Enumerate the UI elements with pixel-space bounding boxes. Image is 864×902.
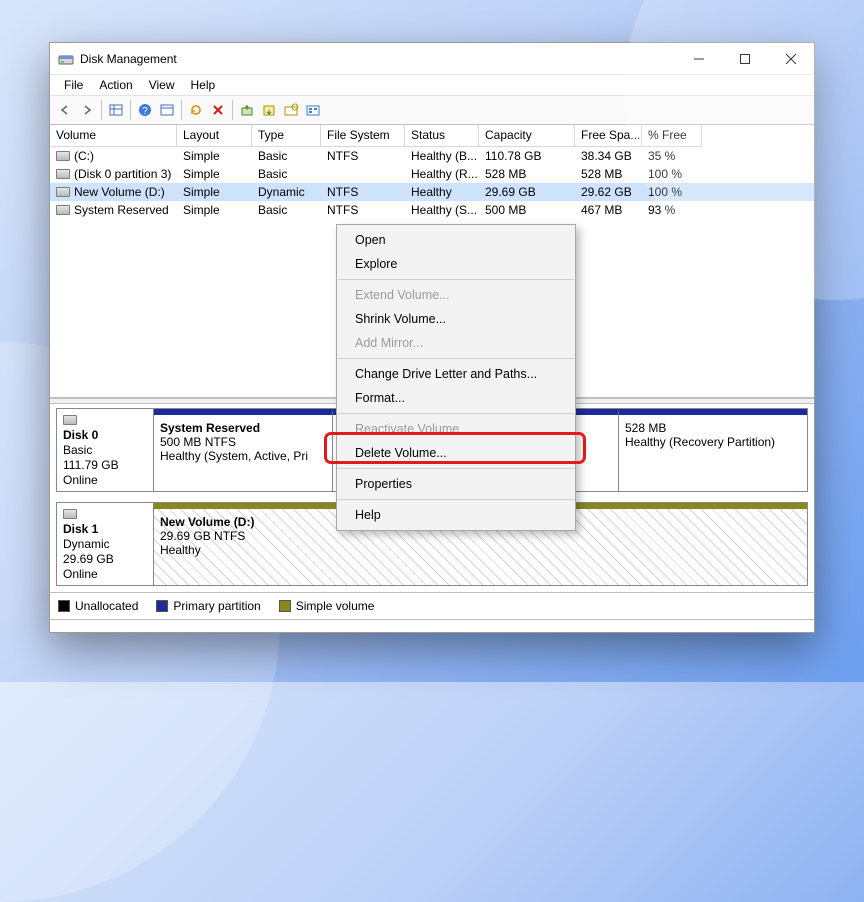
ctx-separator: [338, 279, 574, 280]
titlebar: Disk Management: [50, 43, 814, 75]
disk-info[interactable]: Disk 1 Dynamic 29.69 GB Online: [56, 502, 154, 586]
action-icon-4[interactable]: [303, 99, 323, 121]
volume-row-selected[interactable]: New Volume (D:) Simple Dynamic NTFS Heal…: [50, 183, 814, 201]
ctx-change-drive-letter[interactable]: Change Drive Letter and Paths...: [337, 362, 575, 386]
ctx-shrink-volume[interactable]: Shrink Volume...: [337, 307, 575, 331]
ctx-delete-volume[interactable]: Delete Volume...: [337, 441, 575, 465]
menu-help[interactable]: Help: [183, 76, 224, 94]
action-icon-2[interactable]: [259, 99, 279, 121]
menu-view[interactable]: View: [141, 76, 183, 94]
delete-icon[interactable]: [208, 99, 228, 121]
svg-text:?: ?: [142, 106, 148, 117]
volume-row[interactable]: (Disk 0 partition 3) Simple Basic Health…: [50, 165, 814, 183]
menu-action[interactable]: Action: [91, 76, 140, 94]
ctx-help[interactable]: Help: [337, 503, 575, 527]
partition-recovery[interactable]: 528 MB Healthy (Recovery Partition): [618, 409, 807, 491]
ctx-properties[interactable]: Properties: [337, 472, 575, 496]
disk-icon: [63, 507, 147, 521]
volume-list-header: Volume Layout Type File System Status Ca…: [50, 125, 814, 147]
ctx-separator: [338, 413, 574, 414]
partition-system-reserved[interactable]: System Reserved 500 MB NTFS Healthy (Sys…: [154, 409, 332, 491]
legend-simple-volume: Simple volume: [279, 599, 375, 613]
ctx-separator: [338, 499, 574, 500]
ctx-reactivate-volume: Reactivate Volume: [337, 417, 575, 441]
ctx-explore[interactable]: Explore: [337, 252, 575, 276]
menubar: File Action View Help: [50, 75, 814, 96]
maximize-button[interactable]: [722, 43, 768, 74]
settings-button[interactable]: [157, 99, 177, 121]
help-button[interactable]: ?: [135, 99, 155, 121]
toolbar-separator: [130, 100, 131, 120]
toolbar-separator: [232, 100, 233, 120]
col-layout[interactable]: Layout: [177, 125, 252, 147]
legend-primary: Primary partition: [156, 599, 260, 613]
legend: Unallocated Primary partition Simple vol…: [50, 592, 814, 619]
ctx-format[interactable]: Format...: [337, 386, 575, 410]
action-icon-3[interactable]: [281, 99, 301, 121]
action-icon-1[interactable]: [237, 99, 257, 121]
drive-icon: [56, 169, 70, 179]
col-freespace[interactable]: Free Spa...: [575, 125, 642, 147]
minimize-button[interactable]: [676, 43, 722, 74]
toolbar-separator: [101, 100, 102, 120]
toolbar-separator: [181, 100, 182, 120]
col-type[interactable]: Type: [252, 125, 321, 147]
drive-icon: [56, 151, 70, 161]
drive-icon: [56, 187, 70, 197]
col-capacity[interactable]: Capacity: [479, 125, 575, 147]
ctx-separator: [338, 468, 574, 469]
context-menu: Open Explore Extend Volume... Shrink Vol…: [336, 224, 576, 531]
refresh-button[interactable]: [186, 99, 206, 121]
volume-row[interactable]: (C:) Simple Basic NTFS Healthy (B... 110…: [50, 147, 814, 165]
ctx-separator: [338, 358, 574, 359]
drive-icon: [56, 205, 70, 215]
close-button[interactable]: [768, 43, 814, 74]
menu-file[interactable]: File: [56, 76, 91, 94]
ctx-extend-volume: Extend Volume...: [337, 283, 575, 307]
ctx-add-mirror: Add Mirror...: [337, 331, 575, 355]
disk-info[interactable]: Disk 0 Basic 111.79 GB Online: [56, 408, 154, 492]
statusbar: [50, 619, 814, 632]
window-title: Disk Management: [80, 52, 676, 66]
forward-button[interactable]: [77, 99, 97, 121]
app-icon: [58, 51, 74, 67]
volume-row[interactable]: System Reserved Simple Basic NTFS Health…: [50, 201, 814, 219]
toolbar: ?: [50, 96, 814, 125]
col-volume[interactable]: Volume: [50, 125, 177, 147]
ctx-open[interactable]: Open: [337, 228, 575, 252]
col-pctfree[interactable]: % Free: [642, 125, 702, 147]
legend-unallocated: Unallocated: [58, 599, 138, 613]
col-status[interactable]: Status: [405, 125, 479, 147]
back-button[interactable]: [55, 99, 75, 121]
show-hide-tree-button[interactable]: [106, 99, 126, 121]
disk-icon: [63, 413, 147, 427]
col-filesys[interactable]: File System: [321, 125, 405, 147]
